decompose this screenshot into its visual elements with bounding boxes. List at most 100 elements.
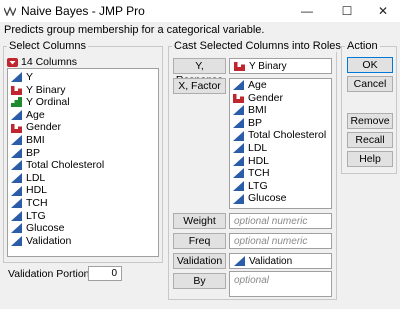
window-description: Predicts group membership for a categori…: [4, 24, 265, 36]
ordinal-icon: [11, 97, 22, 108]
column-list-item[interactable]: TCH: [11, 197, 155, 210]
column-list-item[interactable]: Y Ordinal: [11, 96, 155, 109]
x-factor-item-label: Age: [248, 79, 267, 91]
nominal-icon: [233, 93, 244, 103]
x-factor-item[interactable]: Gender: [233, 92, 328, 105]
validation-portion-label: Validation Portion: [8, 268, 90, 280]
column-list-item-label: HDL: [26, 184, 48, 197]
column-list-item[interactable]: Validation: [11, 235, 155, 248]
title-bar: Naive Bayes - JMP Pro — ☐ ✕: [0, 0, 400, 22]
continuous-icon: [233, 181, 244, 192]
maximize-button[interactable]: ☐: [332, 1, 362, 21]
continuous-icon: [233, 168, 244, 179]
column-list-item[interactable]: BMI: [11, 134, 155, 147]
x-factor-list[interactable]: Age Gender BMI BP Total Cholesterol LDL HDL TCH…: [229, 78, 332, 209]
x-factor-item-label: LTG: [248, 179, 268, 192]
x-factor-item[interactable]: TCH: [233, 167, 328, 180]
column-list-item-label: Gender: [26, 121, 62, 134]
y-response-button[interactable]: Y, Response: [173, 58, 226, 86]
minimize-button[interactable]: —: [292, 1, 322, 21]
by-placeholder: optional: [234, 275, 270, 286]
x-factor-item[interactable]: Glucose: [233, 192, 328, 205]
continuous-icon: [233, 118, 244, 129]
freq-button[interactable]: Freq: [173, 233, 226, 249]
jmp-app-icon: [4, 6, 16, 16]
continuous-icon: [11, 72, 22, 83]
column-list-item-label: BP: [26, 146, 41, 159]
recall-button[interactable]: Recall: [347, 132, 393, 148]
y-response-value: Y Binary: [249, 60, 287, 72]
continuous-icon: [233, 155, 244, 166]
validation-portion-input[interactable]: 0: [88, 266, 122, 281]
column-list-item[interactable]: LTG: [11, 210, 155, 223]
x-factor-item[interactable]: HDL: [233, 155, 328, 168]
validation-role-field[interactable]: Validation: [229, 253, 332, 269]
ok-button[interactable]: OK: [347, 57, 393, 73]
column-list-item[interactable]: Glucose: [11, 222, 155, 235]
validation-role-button[interactable]: Validation: [173, 253, 226, 269]
roles-group-label: Cast Selected Columns into Roles: [172, 40, 343, 52]
continuous-icon: [11, 160, 22, 171]
by-button[interactable]: By: [173, 273, 226, 289]
continuous-icon: [233, 193, 244, 204]
column-menu-icon[interactable]: [7, 57, 18, 67]
continuous-icon: [233, 143, 244, 154]
x-factor-item[interactable]: LTG: [233, 180, 328, 193]
x-factor-item-label: TCH: [248, 167, 270, 180]
weight-button[interactable]: Weight: [173, 213, 226, 229]
continuous-icon: [233, 130, 244, 141]
column-list-item[interactable]: HDL: [11, 184, 155, 197]
continuous-icon: [233, 105, 244, 116]
cancel-button[interactable]: Cancel: [347, 76, 393, 92]
continuous-icon: [11, 173, 22, 184]
continuous-icon: [11, 185, 22, 196]
column-count-label: 14 Columns: [21, 56, 78, 68]
remove-button[interactable]: Remove: [347, 113, 393, 129]
column-list-item-label: Glucose: [26, 222, 65, 235]
x-factor-button[interactable]: X, Factor: [173, 78, 226, 94]
weight-field[interactable]: optional numeric: [229, 213, 332, 229]
x-factor-item[interactable]: LDL: [233, 142, 328, 155]
continuous-icon: [11, 135, 22, 146]
select-columns-list[interactable]: YY Binary Y Ordinal Age Gender BMI BP Total Ch…: [7, 68, 159, 257]
continuous-icon: [233, 80, 244, 91]
column-list-item[interactable]: Y Binary: [11, 84, 155, 97]
x-factor-item[interactable]: Total Cholesterol: [233, 129, 328, 142]
nominal-icon: [11, 85, 22, 95]
column-list-item-label: Y: [26, 71, 34, 83]
freq-field[interactable]: optional numeric: [229, 233, 332, 249]
column-list-item[interactable]: Gender: [11, 121, 155, 134]
y-response-field[interactable]: Y Binary: [229, 58, 332, 74]
nominal-icon: [11, 123, 22, 133]
column-list-item-label: Y Ordinal: [26, 96, 70, 109]
column-count-row: 14 Columns: [7, 56, 77, 68]
action-group-label: Action: [345, 40, 380, 52]
x-factor-item-label: Gender: [248, 91, 284, 104]
column-list-item[interactable]: Age: [11, 109, 155, 122]
column-list-item[interactable]: Y: [11, 71, 155, 84]
window-title: Naive Bayes - JMP Pro: [21, 4, 145, 18]
continuous-icon: [11, 236, 22, 247]
weight-placeholder: optional numeric: [234, 215, 308, 227]
x-factor-item[interactable]: Age: [233, 79, 328, 92]
nominal-icon: [234, 61, 245, 71]
column-list-item[interactable]: LDL: [11, 172, 155, 185]
continuous-icon: [11, 147, 22, 158]
continuous-icon: [234, 256, 245, 266]
column-list-item-label: Validation: [26, 234, 72, 247]
x-factor-item[interactable]: BP: [233, 117, 328, 130]
x-factor-item[interactable]: BMI: [233, 104, 328, 117]
x-factor-item-label: Total Cholesterol: [248, 129, 327, 142]
select-columns-label: Select Columns: [7, 40, 89, 52]
continuous-icon: [11, 110, 22, 121]
freq-placeholder: optional numeric: [234, 235, 308, 247]
close-button[interactable]: ✕: [368, 1, 398, 21]
column-list-item[interactable]: Total Cholesterol: [11, 159, 155, 172]
help-button[interactable]: Help: [347, 151, 393, 167]
x-factor-item-label: BMI: [248, 104, 267, 117]
by-field[interactable]: optional: [229, 271, 332, 297]
continuous-icon: [11, 198, 22, 209]
column-list-item-label: TCH: [26, 196, 48, 209]
x-factor-item-label: Glucose: [248, 192, 287, 205]
column-list-item[interactable]: BP: [11, 147, 155, 160]
